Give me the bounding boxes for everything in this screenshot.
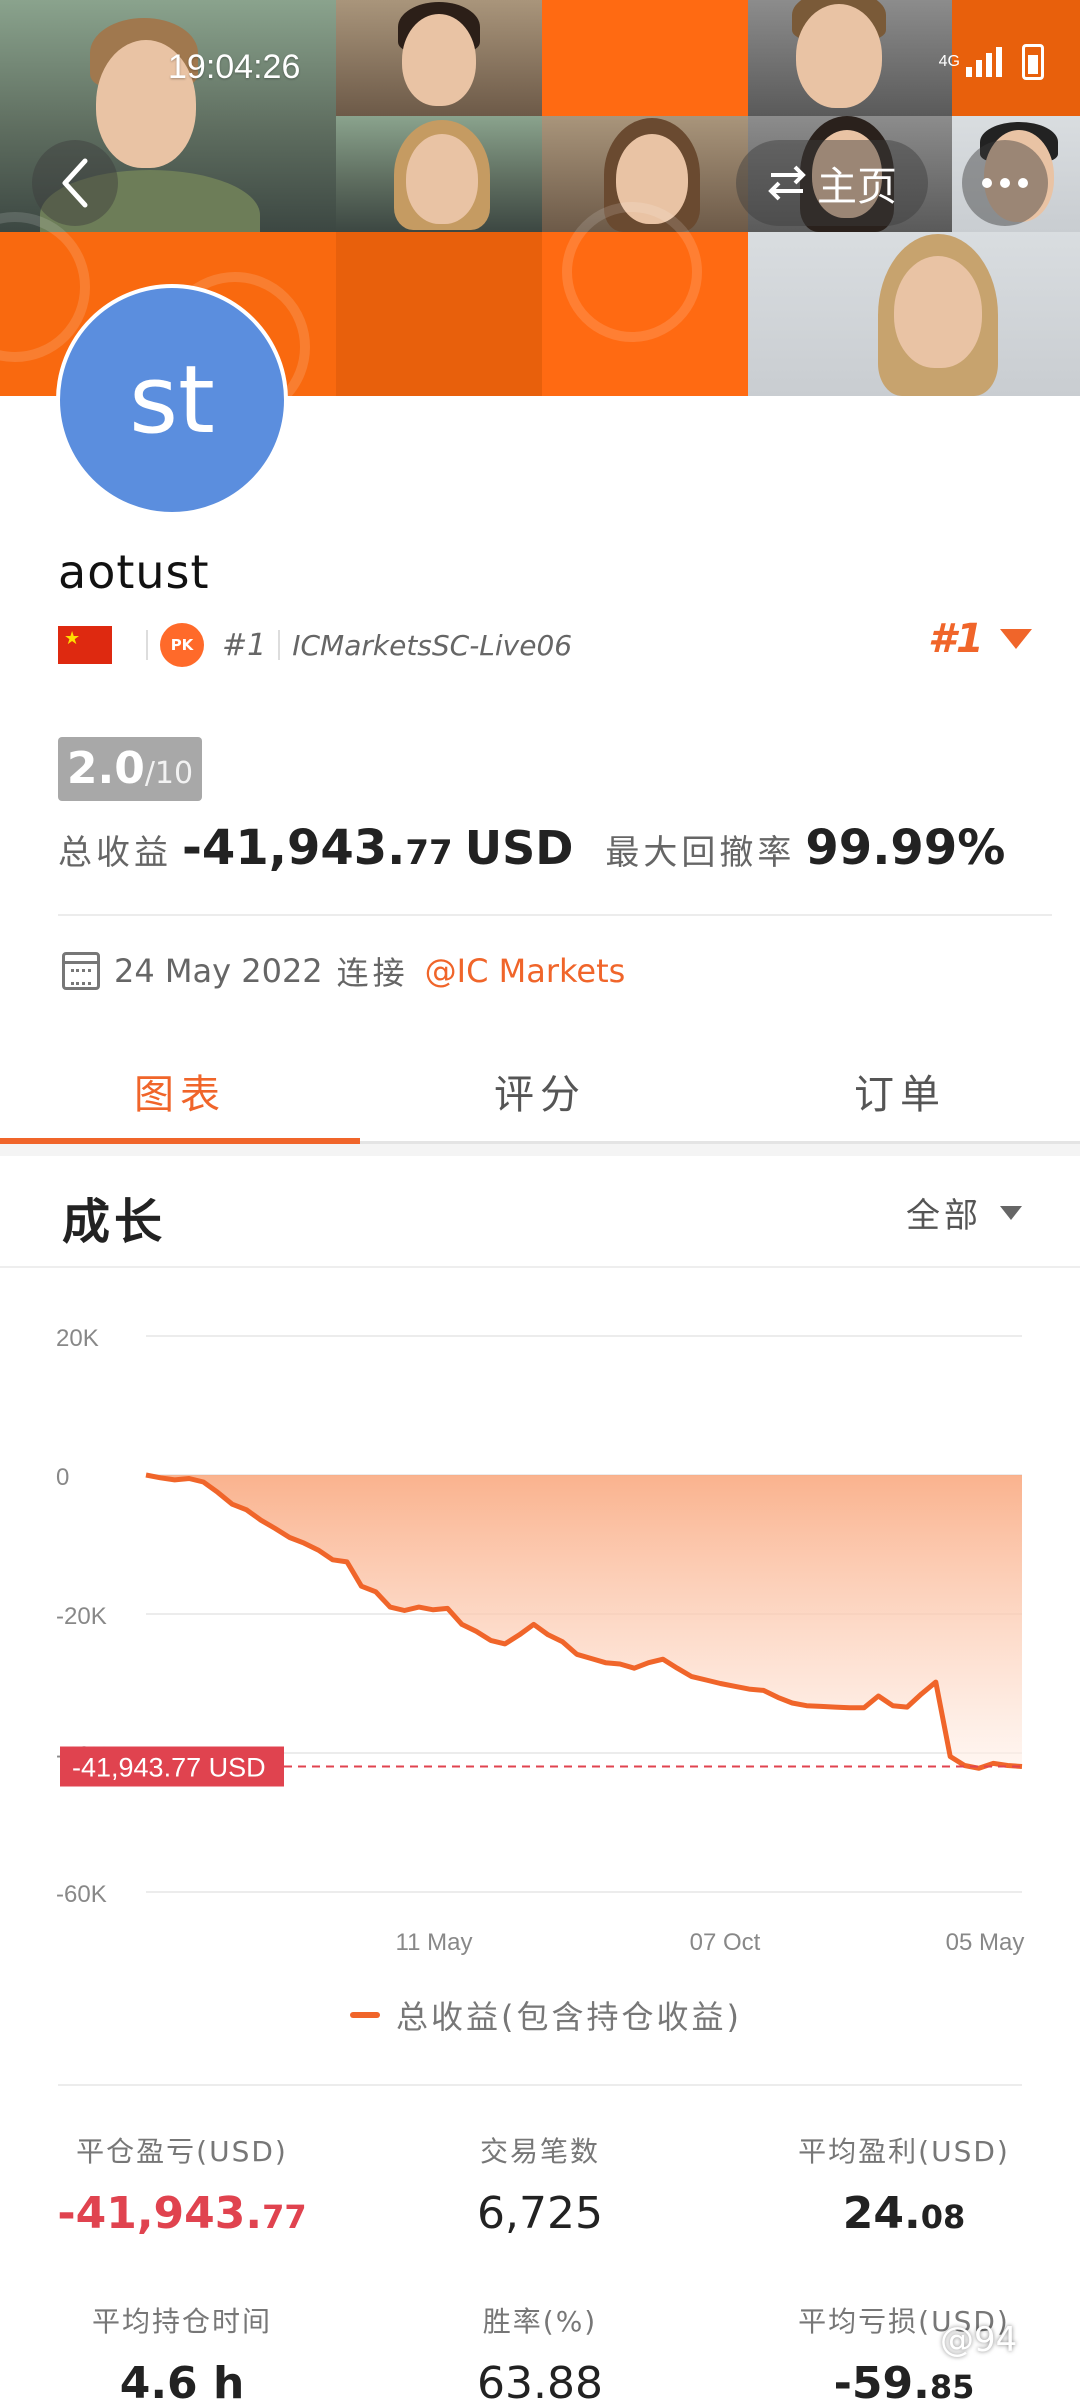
stat-avg-profit: 平均盈利(USD) 24.08 [754, 2130, 1054, 2239]
divider [58, 2084, 1022, 2086]
growth-chart[interactable]: 20K0-20K-40K-60K -41,943.77 USD 11 May07… [0, 1280, 1080, 1980]
connected-label: 连接 [336, 954, 409, 992]
status-time: 19:04:26 [168, 48, 301, 86]
x-tick-label: 05 May [946, 1929, 1025, 1956]
stat-trade-count: 交易笔数 6,725 [390, 2130, 690, 2239]
badge-row: PK #1 ICMarketsSC-Live06 [58, 618, 572, 672]
connection-info: 24 May 2022 连接 @IC Markets [62, 948, 625, 994]
rank-value: #1 [928, 616, 984, 662]
tab-orders[interactable]: 订单 [720, 1040, 1080, 1141]
stat-value: 24.08 [754, 2188, 1054, 2239]
total-pnl-value: -41,943. [182, 820, 406, 876]
y-tick-label: -60K [56, 1881, 107, 1908]
divider [278, 630, 281, 660]
stat-value-decimal: 85 [929, 2368, 975, 2400]
banner-photo-tile [748, 232, 1080, 396]
x-tick-label: 11 May [396, 1929, 473, 1956]
stat-label: 平均持仓时间 [91, 2305, 272, 2338]
growth-header: 成长 全部 [0, 1156, 1080, 1268]
banner-photo-tile [748, 0, 952, 116]
banner-orange-tile [542, 202, 748, 396]
growth-title: 成长 [62, 1194, 167, 1250]
legend-label: 总收益(包含持仓收益) [396, 1998, 742, 2036]
caret-down-icon [1000, 1205, 1022, 1220]
username: aotust [58, 545, 210, 599]
stat-win-rate: 胜率(%) 63.88 [390, 2300, 690, 2400]
y-tick-label: -20K [56, 1603, 107, 1630]
divider [146, 630, 148, 660]
rank-dropdown[interactable]: #1 [928, 616, 1032, 662]
watermark: @94 [940, 2320, 1018, 2360]
drawdown-label: 最大回撤率 [605, 833, 796, 873]
divider [58, 914, 1052, 916]
stat-value-decimal: 77 [262, 2198, 307, 2236]
stat-value: 63.88 [477, 2358, 603, 2400]
legend-swatch [350, 2012, 380, 2018]
more-dot [982, 178, 992, 188]
stat-avg-hold-time: 平均持仓时间 4.6 h [32, 2300, 332, 2400]
score-badge: 2.0 /10 [58, 737, 202, 801]
score-value: 2.0 [66, 743, 145, 794]
stat-value-decimal: 08 [920, 2198, 966, 2236]
score-max: /10 [144, 756, 194, 791]
caret-down-icon [999, 629, 1032, 649]
stat-value: 4.6 h [119, 2358, 245, 2400]
y-tick-label: 20K [56, 1325, 99, 1352]
range-label: 全部 [906, 1196, 982, 1236]
stat-value-int: 24. [842, 2188, 921, 2239]
avatar: st [56, 284, 288, 516]
signal-icon [966, 47, 1002, 77]
chart-legend: 总收益(包含持仓收益) [350, 1992, 742, 2038]
tab-chart[interactable]: 图表 [0, 1040, 360, 1144]
tab-bar: 图表 评分 订单 [0, 1040, 1080, 1144]
stat-label: 胜率(%) [482, 2305, 598, 2338]
status-icons: 4G [939, 44, 1044, 80]
pk-rank: #1 [222, 627, 267, 663]
total-pnl-decimal: 77 [405, 833, 453, 873]
swap-icon [768, 165, 806, 201]
chart-area [146, 1475, 1022, 1769]
more-options-button[interactable] [962, 140, 1048, 226]
home-button-label: 主页 [817, 164, 897, 210]
stat-value: 6,725 [477, 2188, 603, 2239]
home-button[interactable]: 主页 [736, 140, 928, 226]
summary-row: 总收益 -41,943. 77 USD 最大回撤率 99.99% [58, 820, 1005, 876]
more-dot [1000, 178, 1010, 188]
tab-rating[interactable]: 评分 [360, 1040, 720, 1141]
pk-fire-icon: PK [160, 623, 204, 667]
stat-value: -41,943.77 [32, 2188, 332, 2239]
china-flag-icon [58, 626, 112, 664]
more-dot [1018, 178, 1028, 188]
total-pnl-unit: USD [464, 821, 574, 875]
broker-link[interactable]: @IC Markets [425, 952, 626, 990]
stat-value-int: -41,943. [57, 2188, 263, 2239]
banner-orange-tile [336, 232, 542, 396]
current-value-label: -41,943.77 USD [72, 1753, 266, 1783]
stat-label: 交易笔数 [479, 2135, 600, 2168]
total-pnl-label: 总收益 [58, 833, 172, 873]
server-name: ICMarketsSC-Live06 [292, 628, 573, 662]
network-type: 4G [938, 53, 960, 70]
stat-label: 平仓盈亏(USD) [76, 2135, 288, 2168]
stat-value-int: -59. [833, 2358, 930, 2400]
battery-icon [1022, 44, 1044, 80]
stat-value: -59.85 [754, 2358, 1054, 2400]
chevron-left-icon [62, 158, 88, 208]
stat-label: 平均盈利(USD) [798, 2135, 1010, 2168]
banner-photo-tile [336, 0, 542, 116]
drawdown-value: 99.99% [805, 820, 1006, 876]
stat-closed-pnl: 平仓盈亏(USD) -41,943.77 [32, 2130, 332, 2239]
y-tick-label: 0 [56, 1464, 69, 1491]
calendar-icon [62, 952, 100, 990]
connected-date: 24 May 2022 [114, 952, 323, 990]
range-select[interactable]: 全部 [906, 1188, 1022, 1237]
section-gap [0, 1144, 1080, 1156]
banner-orange-tile [542, 0, 748, 116]
banner-photo-tile [336, 116, 542, 232]
back-button[interactable] [32, 140, 118, 226]
x-tick-label: 07 Oct [690, 1929, 761, 1956]
